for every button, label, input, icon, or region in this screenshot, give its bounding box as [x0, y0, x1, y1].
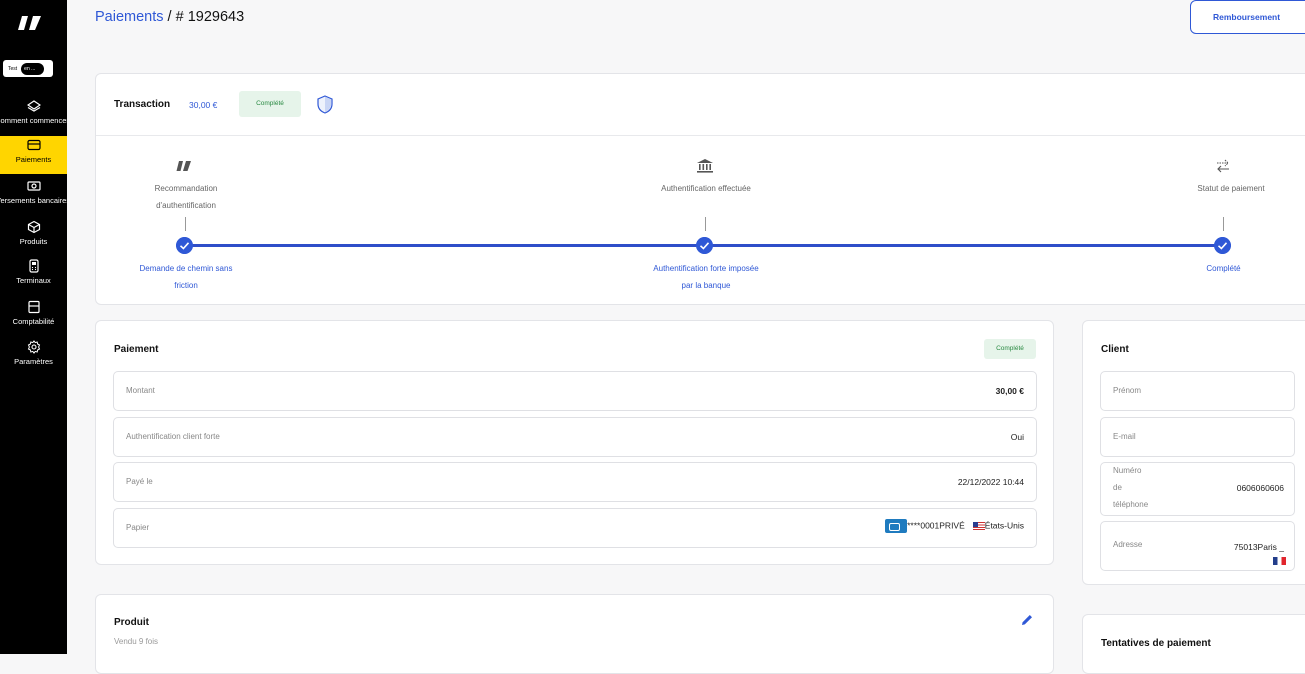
sidebar-item-getting-started[interactable]: Comment commencer	[0, 97, 67, 135]
row-label: Prénom	[1113, 386, 1142, 395]
product-title: Produit	[114, 617, 149, 628]
client-row-address: Adresse 75013Paris _	[1100, 521, 1295, 571]
step-connector	[705, 217, 706, 231]
sidebar-item-label: Terminaux	[16, 276, 51, 285]
box-icon	[27, 220, 40, 234]
row-label: de	[1113, 483, 1122, 492]
client-row-email: E-mail	[1100, 417, 1295, 457]
row-label: Montant	[126, 386, 155, 395]
row-label: Papier	[126, 523, 150, 532]
layers-icon	[26, 100, 41, 112]
brand-logo-icon[interactable]	[18, 12, 48, 34]
row-value: 30,00 €	[995, 386, 1024, 396]
row-label: Adresse	[1113, 540, 1143, 549]
payment-row-paid-on: Payé le 22/12/2022 10:44	[113, 462, 1037, 502]
payment-row-amount: Montant 30,00 €	[113, 371, 1037, 411]
transfer-arrows-icon	[1217, 159, 1229, 173]
fr-flag-icon	[1273, 557, 1286, 565]
sidebar-item-label: Comment commencer	[0, 116, 67, 125]
sidebar-item-accounting[interactable]: Comptabilité	[0, 298, 67, 336]
sidebar-item-settings[interactable]: Paramètres	[0, 338, 67, 376]
sidebar-item-label: Paiements	[15, 155, 52, 164]
card-number: ****0001PRIVÉ	[907, 520, 965, 531]
sidebar-item-terminals[interactable]: Terminaux	[0, 257, 67, 295]
row-label: Payé le	[126, 477, 153, 486]
test-mode-label: Test	[8, 65, 18, 72]
step-label-auth-done: Authentification effectuée	[661, 184, 751, 193]
row-label: Authentification client forte	[126, 432, 220, 441]
transaction-amount: 30,00 €	[189, 100, 218, 110]
step-result-strong-auth: Authentification forte imposée par la ban…	[653, 264, 759, 290]
row-value: 75013Paris _	[1233, 542, 1284, 552]
breadcrumb-current: / # 1929643	[163, 9, 245, 25]
row-value: ****0001PRIVÉ États-Unis	[885, 519, 1024, 533]
check-icon	[176, 237, 193, 254]
pencil-icon[interactable]	[1020, 613, 1034, 627]
bank-icon	[697, 159, 713, 173]
step-label-auth-recommendation: Recommandation d'authentification	[154, 184, 218, 210]
test-mode-toggle[interactable]: Test en ...	[3, 60, 53, 77]
payment-attempts-title: Tentatives de paiement	[1101, 638, 1211, 649]
breadcrumb: Paiements / # 1929643	[95, 9, 244, 25]
payment-row-sca: Authentification client forte Oui	[113, 417, 1037, 457]
ledger-icon	[27, 300, 40, 314]
product-sold-count: Vendu 9 fois	[114, 637, 159, 646]
transaction-header: Transaction 30,00 € Complété	[96, 74, 1305, 136]
step-connector	[1223, 217, 1224, 231]
sidebar-item-bank-payouts[interactable]: Versements bancaires	[0, 177, 67, 215]
transaction-card: Transaction 30,00 € Complété Recommandat…	[95, 73, 1305, 305]
client-card: Client Prénom E-mail Numéro de téléphone…	[1082, 320, 1305, 585]
gear-icon	[27, 340, 40, 354]
payment-title: Paiement	[114, 344, 159, 355]
row-label: E-mail	[1113, 432, 1136, 441]
product-card: Produit Vendu 9 fois	[95, 594, 1054, 674]
sidebar-item-products[interactable]: Produits	[0, 218, 67, 256]
payment-card: Paiement Complété Montant 30,00 € Authen…	[95, 320, 1054, 565]
us-flag-icon	[972, 522, 985, 530]
sidebar-item-label: Versements bancaires	[0, 196, 67, 205]
row-label: Numéro	[1113, 466, 1142, 475]
client-title: Client	[1101, 344, 1129, 355]
shield-icon	[317, 95, 333, 114]
sidebar-item-label: Paramètres	[14, 357, 53, 366]
breadcrumb-link-payments[interactable]: Paiements	[95, 9, 164, 25]
row-value: 0606060606	[1236, 483, 1284, 493]
step-label-payment-status: Statut de paiement	[1197, 184, 1265, 193]
payment-attempts-card: Tentatives de paiement	[1082, 614, 1305, 674]
banknote-icon	[26, 181, 41, 191]
sidebar: Test en ... Comment commencer Paiements …	[0, 0, 67, 654]
row-value: 22/12/2022 10:44	[957, 477, 1024, 487]
sidebar-item-label: Comptabilité	[12, 317, 55, 326]
brand-logo-icon	[176, 161, 191, 171]
sidebar-item-payments[interactable]: Paiements	[0, 136, 67, 174]
payment-status-badge: Complété	[984, 339, 1036, 359]
payment-row-card: Papier ****0001PRIVÉ États-Unis	[113, 508, 1037, 548]
step-result-completed: Complété	[1206, 264, 1241, 273]
status-badge: Complété	[239, 91, 301, 117]
transaction-title: Transaction	[114, 99, 171, 110]
terminal-icon	[28, 259, 39, 273]
row-label: téléphone	[1113, 500, 1149, 509]
refund-button[interactable]: Remboursement	[1190, 0, 1305, 34]
step-result-frictionless: Demande de chemin sans friction	[139, 264, 233, 290]
sidebar-item-label: Produits	[19, 237, 48, 246]
row-value: Oui	[1010, 432, 1024, 442]
step-connector	[185, 217, 186, 231]
card-country: États-Unis	[984, 520, 1024, 531]
check-icon	[1214, 237, 1231, 254]
test-mode-switch[interactable]: en ...	[21, 62, 45, 75]
check-icon	[696, 237, 713, 254]
client-row-first-name: Prénom	[1100, 371, 1295, 411]
client-row-phone: Numéro de téléphone 0606060606	[1100, 462, 1295, 516]
card-icon	[26, 139, 41, 151]
cb-card-icon	[885, 519, 908, 533]
